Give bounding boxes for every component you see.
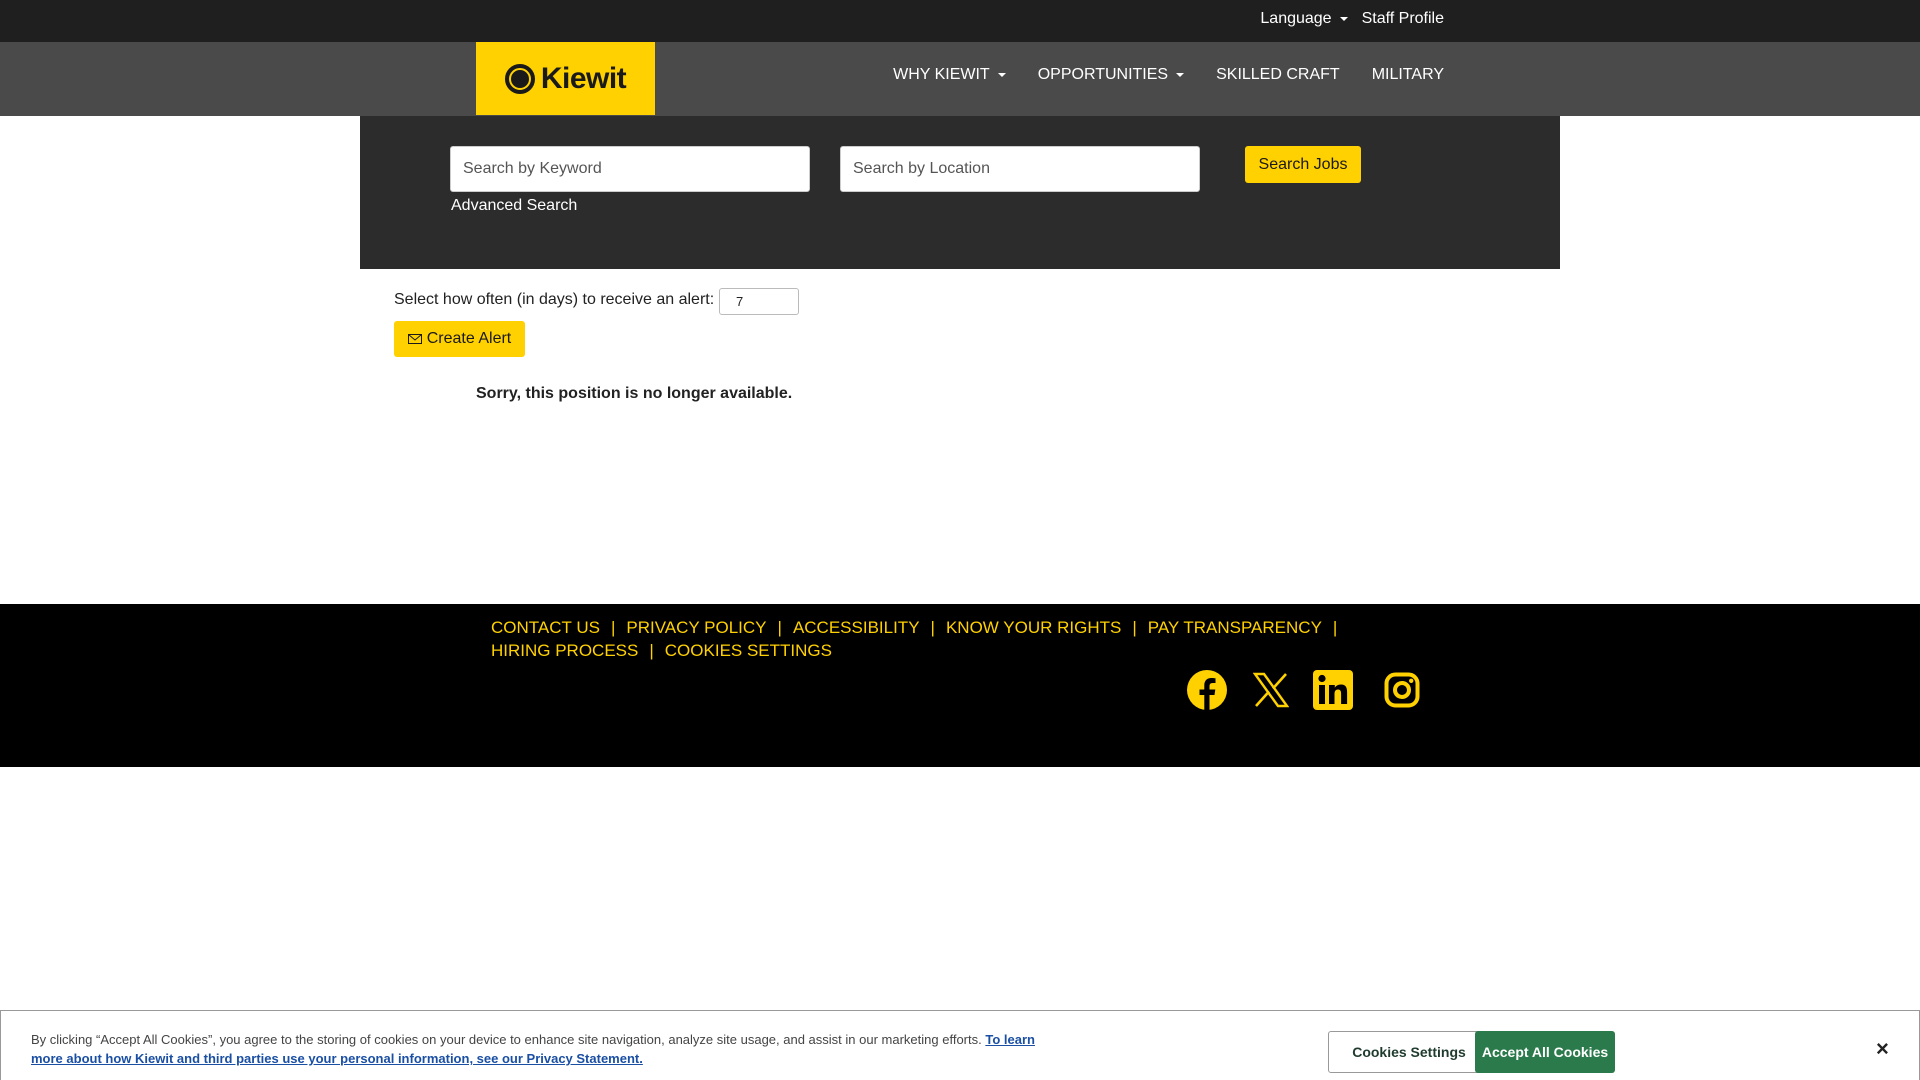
- kiewit-logo[interactable]: Kiewit: [476, 42, 655, 115]
- language-label: Language: [1260, 10, 1332, 27]
- separator: |: [777, 618, 782, 637]
- alert-frequency-input[interactable]: 7: [719, 288, 799, 315]
- accept-all-cookies-button[interactable]: Accept All Cookies: [1475, 1031, 1615, 1073]
- linkedin-icon[interactable]: [1311, 668, 1355, 712]
- cookie-notice: By clicking “Accept All Cookies”, you ag…: [31, 1030, 1051, 1068]
- facebook-icon[interactable]: [1185, 668, 1229, 712]
- nav-why-kiewit[interactable]: WHY KIEWIT: [893, 66, 1006, 84]
- advanced-search-link[interactable]: Advanced Search: [451, 197, 577, 215]
- nav-opportunities[interactable]: OPPORTUNITIES: [1037, 66, 1185, 84]
- caret-down-icon: [1176, 73, 1185, 77]
- main-nav: WHY KIEWIT OPPORTUNITIES SKILLED CRAFT M…: [893, 66, 1444, 84]
- search-jobs-button[interactable]: Search Jobs: [1245, 146, 1361, 183]
- nav-military[interactable]: MILITARY: [1372, 66, 1444, 84]
- separator: |: [930, 618, 935, 637]
- create-alert-button[interactable]: Create Alert: [394, 321, 525, 357]
- separator: |: [1132, 618, 1137, 637]
- envelope-icon: [407, 334, 422, 344]
- cookie-notice-text: By clicking “Accept All Cookies”, you ag…: [31, 1032, 982, 1047]
- separator: |: [610, 618, 616, 637]
- kiewit-seal-icon: [504, 63, 535, 94]
- footer-link-know-your-rights[interactable]: KNOW YOUR RIGHTS: [946, 616, 1121, 639]
- caret-down-icon: [1339, 17, 1348, 21]
- utility-bar: Language Staff Profile: [0, 0, 1920, 42]
- footer-links: CONTACT US | PRIVACY POLICY | ACCESSIBILIT…: [491, 616, 1337, 662]
- separator: |: [649, 641, 654, 660]
- footer-link-contact-us[interactable]: CONTACT US: [491, 616, 600, 639]
- utility-links: Language Staff Profile: [1260, 10, 1444, 28]
- language-menu[interactable]: Language: [1260, 10, 1348, 28]
- alert-frequency-label: Select how often (in days) to receive an…: [394, 291, 715, 308]
- keyword-search-input[interactable]: Search by Keyword: [450, 146, 810, 192]
- nav-label: WHY KIEWIT: [893, 66, 990, 83]
- nav-skilled-craft[interactable]: SKILLED CRAFT: [1216, 66, 1340, 84]
- footer-link-hiring-process[interactable]: HIRING PROCESS: [491, 639, 638, 662]
- footer-link-pay-transparency[interactable]: PAY TRANSPARENCY: [1148, 616, 1322, 639]
- separator: |: [1332, 618, 1338, 637]
- instagram-icon[interactable]: [1380, 668, 1424, 712]
- logo-text: Kiewit: [540, 61, 627, 95]
- staff-profile-link[interactable]: Staff Profile: [1362, 10, 1444, 28]
- create-alert-label: Create Alert: [426, 330, 512, 347]
- unavailable-message: Sorry, this position is no longer availa…: [476, 385, 793, 402]
- search-panel: [360, 116, 1560, 269]
- location-search-input[interactable]: Search by Location: [840, 146, 1200, 192]
- footer-link-privacy-policy[interactable]: PRIVACY POLICY: [626, 616, 766, 639]
- caret-down-icon: [997, 73, 1006, 77]
- x-twitter-icon[interactable]: [1249, 668, 1293, 712]
- close-icon[interactable]: ×: [1876, 1036, 1889, 1062]
- cookies-settings-button[interactable]: Cookies Settings: [1328, 1031, 1490, 1073]
- footer-link-accessibility[interactable]: ACCESSIBILITY: [793, 616, 920, 639]
- nav-label: OPPORTUNITIES: [1037, 66, 1169, 83]
- footer-link-cookies-settings[interactable]: COOKIES SETTINGS: [665, 639, 832, 662]
